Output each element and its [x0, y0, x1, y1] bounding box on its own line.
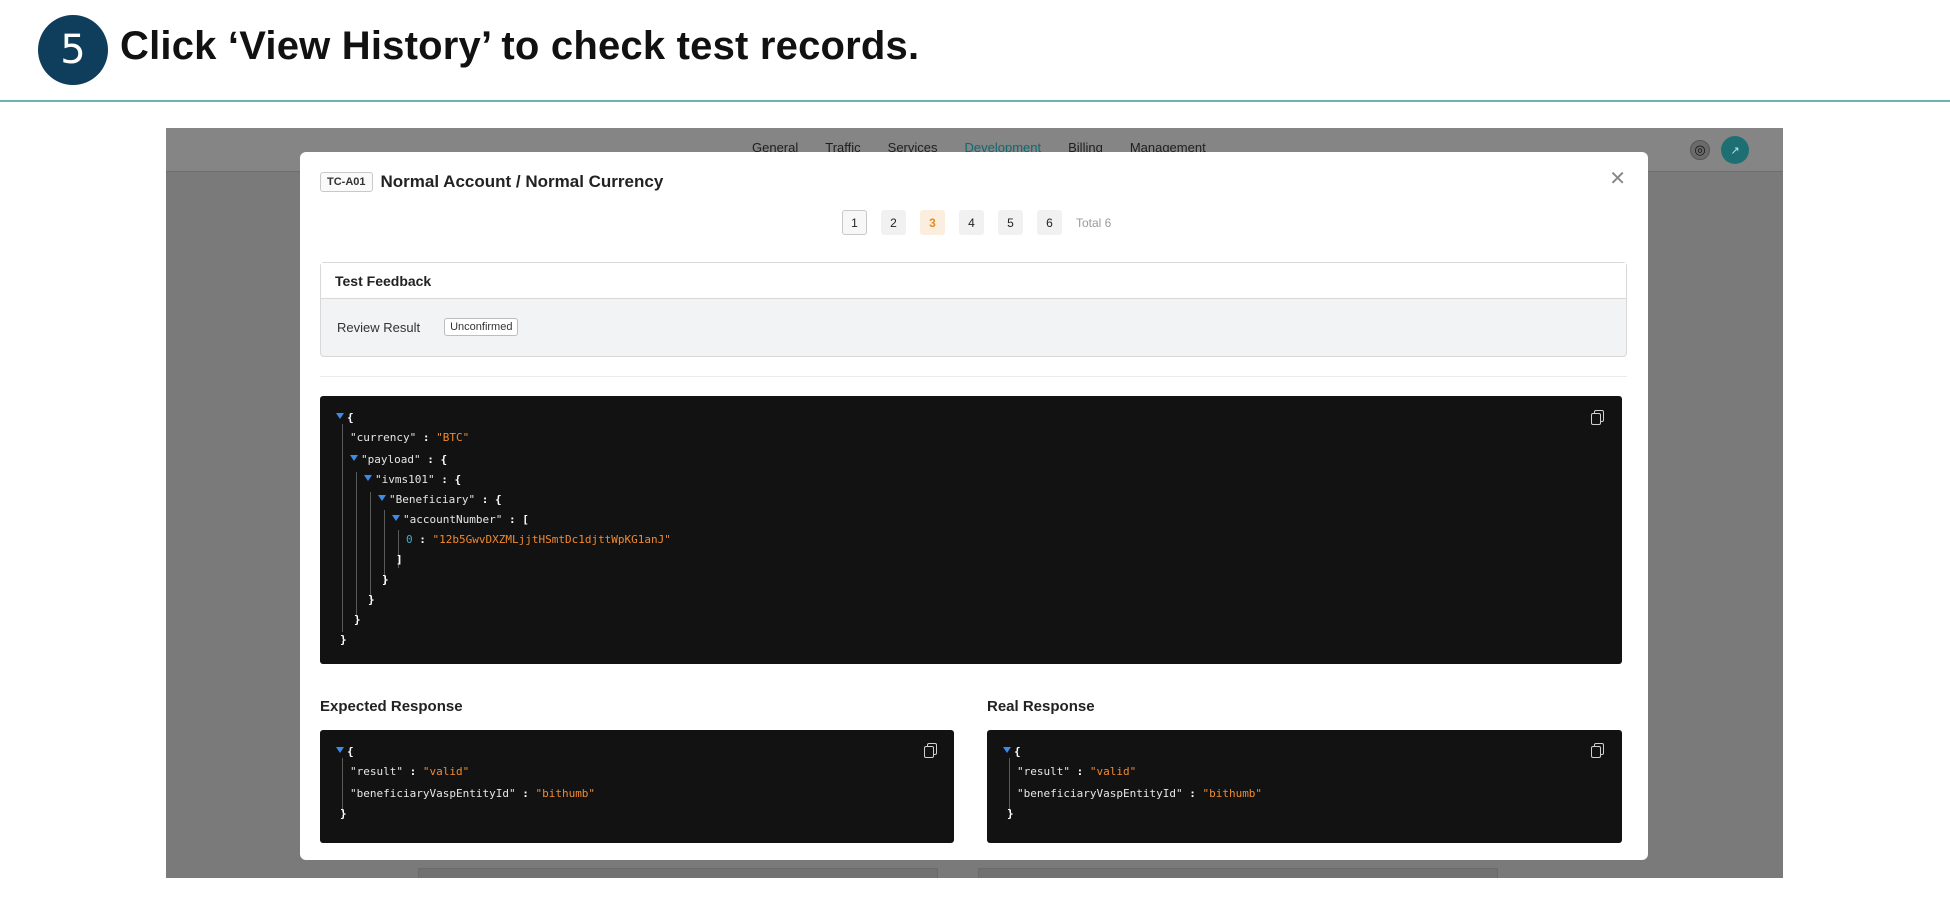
collapse-toggle-icon[interactable] [350, 455, 358, 461]
page-2[interactable]: 2 [881, 210, 906, 235]
collapse-toggle-icon[interactable] [336, 747, 344, 753]
test-case-tag: TC-A01 [320, 172, 373, 192]
review-status-badge: Unconfirmed [444, 318, 519, 336]
page-3-current[interactable]: 3 [920, 210, 945, 235]
pagination-total: Total 6 [1076, 215, 1112, 230]
close-icon[interactable]: ✕ [1609, 166, 1626, 191]
app-screenshot: General Traffic Services Development Bil… [166, 128, 1783, 878]
page-6[interactable]: 6 [1037, 210, 1062, 235]
test-feedback-card: Test Feedback Review Result Unconfirmed [320, 262, 1627, 357]
copy-icon[interactable] [1589, 409, 1605, 425]
expected-response-label: Expected Response [320, 698, 463, 715]
test-feedback-header: Test Feedback [321, 263, 1626, 299]
request-json-viewer[interactable]: { "currency" : "BTC" "payload" : { "ivms… [320, 396, 1622, 664]
collapse-toggle-icon[interactable] [1003, 747, 1011, 753]
copy-icon[interactable] [922, 742, 938, 758]
real-response-label: Real Response [987, 698, 1095, 715]
globe-icon[interactable]: ◎ [1690, 140, 1710, 160]
divider [320, 376, 1627, 377]
page-1[interactable]: 1 [842, 210, 867, 235]
collapse-toggle-icon[interactable] [336, 413, 344, 419]
step-title: Click ‘View History’ to check test recor… [120, 24, 920, 68]
step-header: 5 Click ‘View History’ to check test rec… [0, 0, 1950, 102]
background-panel [978, 868, 1498, 878]
expected-response-viewer[interactable]: { "result" : "valid" "beneficiaryVaspEnt… [320, 730, 954, 843]
review-result-row: Review Result Unconfirmed [337, 318, 519, 336]
collapse-toggle-icon[interactable] [364, 475, 372, 481]
step-number: 5 [38, 15, 108, 85]
copy-icon[interactable] [1589, 742, 1605, 758]
page-5[interactable]: 5 [998, 210, 1023, 235]
page-4[interactable]: 4 [959, 210, 984, 235]
test-history-modal: TC-A01 Normal Account / Normal Currency … [300, 152, 1648, 860]
modal-title-text: Normal Account / Normal Currency [380, 172, 664, 191]
collapse-toggle-icon[interactable] [378, 495, 386, 501]
pagination: 1 2 3 4 5 6 Total 6 [842, 210, 1111, 235]
background-panel [418, 868, 938, 878]
collapse-toggle-icon[interactable] [392, 515, 400, 521]
avatar[interactable]: ↗ [1721, 136, 1749, 164]
real-response-viewer[interactable]: { "result" : "valid" "beneficiaryVaspEnt… [987, 730, 1622, 843]
modal-title: TC-A01 Normal Account / Normal Currency [320, 172, 663, 192]
review-result-label: Review Result [337, 319, 421, 335]
